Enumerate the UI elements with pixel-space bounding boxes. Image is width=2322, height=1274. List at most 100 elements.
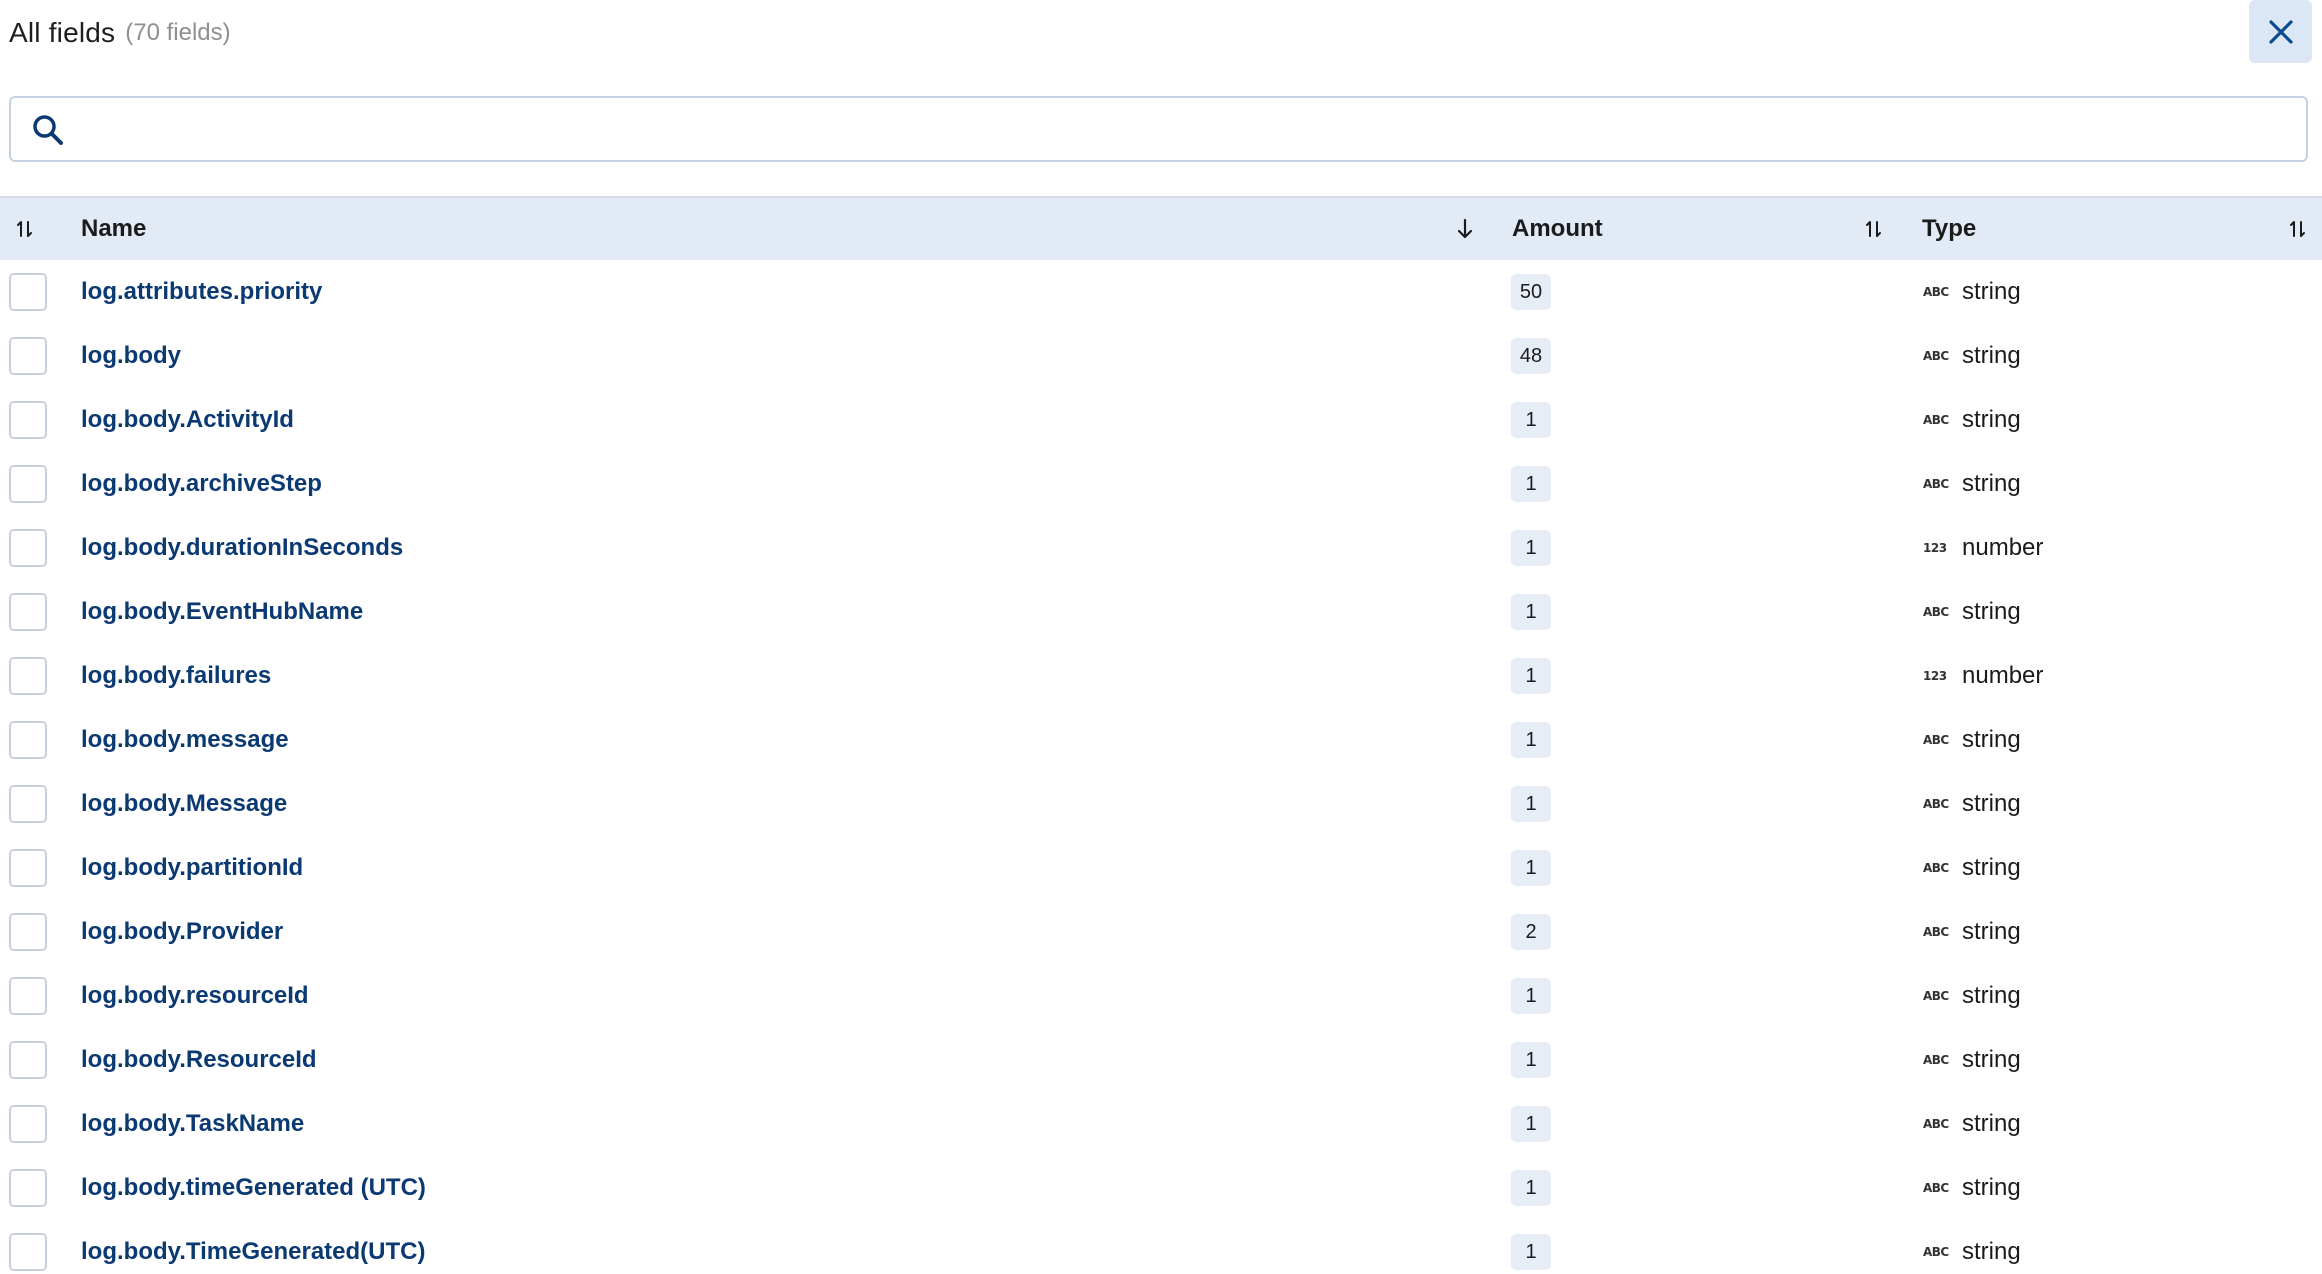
search-icon — [33, 115, 63, 145]
select-all-sort-icon[interactable] — [13, 217, 37, 241]
field-name-link[interactable]: log.body.ResourceId — [81, 1028, 317, 1092]
number-type-icon: 123 — [1923, 669, 1947, 683]
string-type-icon: ABC — [1923, 349, 1949, 363]
field-name-link[interactable]: log.body.partitionId — [81, 836, 303, 900]
type-label: string — [1962, 790, 2021, 817]
type-label: string — [1962, 470, 2021, 497]
field-name-link[interactable]: log.body — [81, 324, 181, 388]
row-checkbox[interactable] — [9, 1041, 47, 1079]
type-label: string — [1962, 1110, 2021, 1137]
type-label: string — [1962, 1046, 2021, 1073]
row-checkbox[interactable] — [9, 273, 47, 311]
field-name-link[interactable]: log.body.message — [81, 708, 289, 772]
amount-badge: 48 — [1511, 338, 1551, 374]
type-label: string — [1962, 854, 2021, 881]
table-row: log.body 48 ABC string — [0, 324, 2322, 388]
arrow-down-icon[interactable] — [1453, 217, 1477, 241]
amount-badge: 50 — [1511, 274, 1551, 310]
amount-badge: 1 — [1511, 402, 1551, 438]
type-label: string — [1962, 982, 2021, 1009]
table-row: log.body.TaskName 1 ABC string — [0, 1092, 2322, 1156]
column-header-amount[interactable]: Amount — [1512, 198, 1603, 260]
field-name-link[interactable]: log.body.failures — [81, 644, 271, 708]
string-type-icon: ABC — [1923, 1117, 1949, 1131]
type-label: string — [1962, 1238, 2021, 1265]
field-name-link[interactable]: log.body.TaskName — [81, 1092, 304, 1156]
number-type-icon: 123 — [1923, 541, 1947, 555]
type-label: string — [1962, 1174, 2021, 1201]
field-name-link[interactable]: log.attributes.priority — [81, 260, 322, 324]
string-type-icon: ABC — [1923, 285, 1949, 299]
string-type-icon: ABC — [1923, 797, 1949, 811]
type-label: string — [1962, 918, 2021, 945]
sort-arrows-icon[interactable] — [2286, 217, 2310, 241]
row-checkbox[interactable] — [9, 849, 47, 887]
row-checkbox[interactable] — [9, 1233, 47, 1271]
field-name-link[interactable]: log.body.Provider — [81, 900, 283, 964]
table-body: log.attributes.priority 50 ABC string lo… — [0, 260, 2322, 1274]
type-label: string — [1962, 406, 2021, 433]
field-name-link[interactable]: log.body.TimeGenerated(UTC) — [81, 1220, 425, 1274]
field-name-link[interactable]: log.body.timeGenerated (UTC) — [81, 1156, 426, 1220]
close-button[interactable] — [2249, 0, 2312, 63]
field-name-link[interactable]: log.body.resourceId — [81, 964, 309, 1028]
row-checkbox[interactable] — [9, 465, 47, 503]
amount-badge: 1 — [1511, 722, 1551, 758]
sort-arrows-icon[interactable] — [1862, 217, 1886, 241]
string-type-icon: ABC — [1923, 605, 1949, 619]
string-type-icon: ABC — [1923, 1053, 1949, 1067]
table-row: log.body.EventHubName 1 ABC string — [0, 580, 2322, 644]
field-name-link[interactable]: log.body.durationInSeconds — [81, 516, 403, 580]
field-name-link[interactable]: log.body.EventHubName — [81, 580, 363, 644]
table-row: log.body.durationInSeconds 1 123 number — [0, 516, 2322, 580]
field-name-link[interactable]: log.body.archiveStep — [81, 452, 322, 516]
string-type-icon: ABC — [1923, 477, 1949, 491]
type-label: string — [1962, 342, 2021, 369]
string-type-icon: ABC — [1923, 733, 1949, 747]
table-row: log.body.archiveStep 1 ABC string — [0, 452, 2322, 516]
amount-badge: 1 — [1511, 850, 1551, 886]
table-row: log.body.failures 1 123 number — [0, 644, 2322, 708]
string-type-icon: ABC — [1923, 989, 1949, 1003]
table-row: log.body.Message 1 ABC string — [0, 772, 2322, 836]
row-checkbox[interactable] — [9, 721, 47, 759]
column-header-name[interactable]: Name — [81, 198, 146, 260]
amount-badge: 1 — [1511, 786, 1551, 822]
type-label: number — [1962, 534, 2044, 561]
amount-badge: 2 — [1511, 914, 1551, 950]
amount-badge: 1 — [1511, 530, 1551, 566]
field-name-link[interactable]: log.body.Message — [81, 772, 287, 836]
type-label: number — [1962, 662, 2044, 689]
row-checkbox[interactable] — [9, 401, 47, 439]
row-checkbox[interactable] — [9, 785, 47, 823]
string-type-icon: ABC — [1923, 925, 1949, 939]
amount-badge: 1 — [1511, 466, 1551, 502]
amount-badge: 1 — [1511, 1042, 1551, 1078]
row-checkbox[interactable] — [9, 977, 47, 1015]
row-checkbox[interactable] — [9, 1169, 47, 1207]
search-field[interactable] — [9, 96, 2308, 162]
amount-badge: 1 — [1511, 1106, 1551, 1142]
row-checkbox[interactable] — [9, 529, 47, 567]
type-label: string — [1962, 726, 2021, 753]
table-row: log.body.message 1 ABC string — [0, 708, 2322, 772]
row-checkbox[interactable] — [9, 593, 47, 631]
row-checkbox[interactable] — [9, 913, 47, 951]
table-row: log.body.ResourceId 1 ABC string — [0, 1028, 2322, 1092]
table-header: Name Amount Type — [0, 196, 2322, 260]
amount-badge: 1 — [1511, 978, 1551, 1014]
column-header-type[interactable]: Type — [1922, 198, 1976, 260]
amount-badge: 1 — [1511, 1170, 1551, 1206]
row-checkbox[interactable] — [9, 337, 47, 375]
amount-badge: 1 — [1511, 1234, 1551, 1270]
row-checkbox[interactable] — [9, 657, 47, 695]
all-fields-panel: All fields (70 fields) Name Amount Type … — [0, 0, 2322, 1274]
table-row: log.body.ActivityId 1 ABC string — [0, 388, 2322, 452]
string-type-icon: ABC — [1923, 1245, 1949, 1259]
table-row: log.body.timeGenerated (UTC) 1 ABC strin… — [0, 1156, 2322, 1220]
row-checkbox[interactable] — [9, 1105, 47, 1143]
string-type-icon: ABC — [1923, 861, 1949, 875]
field-name-link[interactable]: log.body.ActivityId — [81, 388, 294, 452]
close-icon — [2268, 19, 2293, 44]
search-input[interactable] — [81, 106, 2285, 154]
